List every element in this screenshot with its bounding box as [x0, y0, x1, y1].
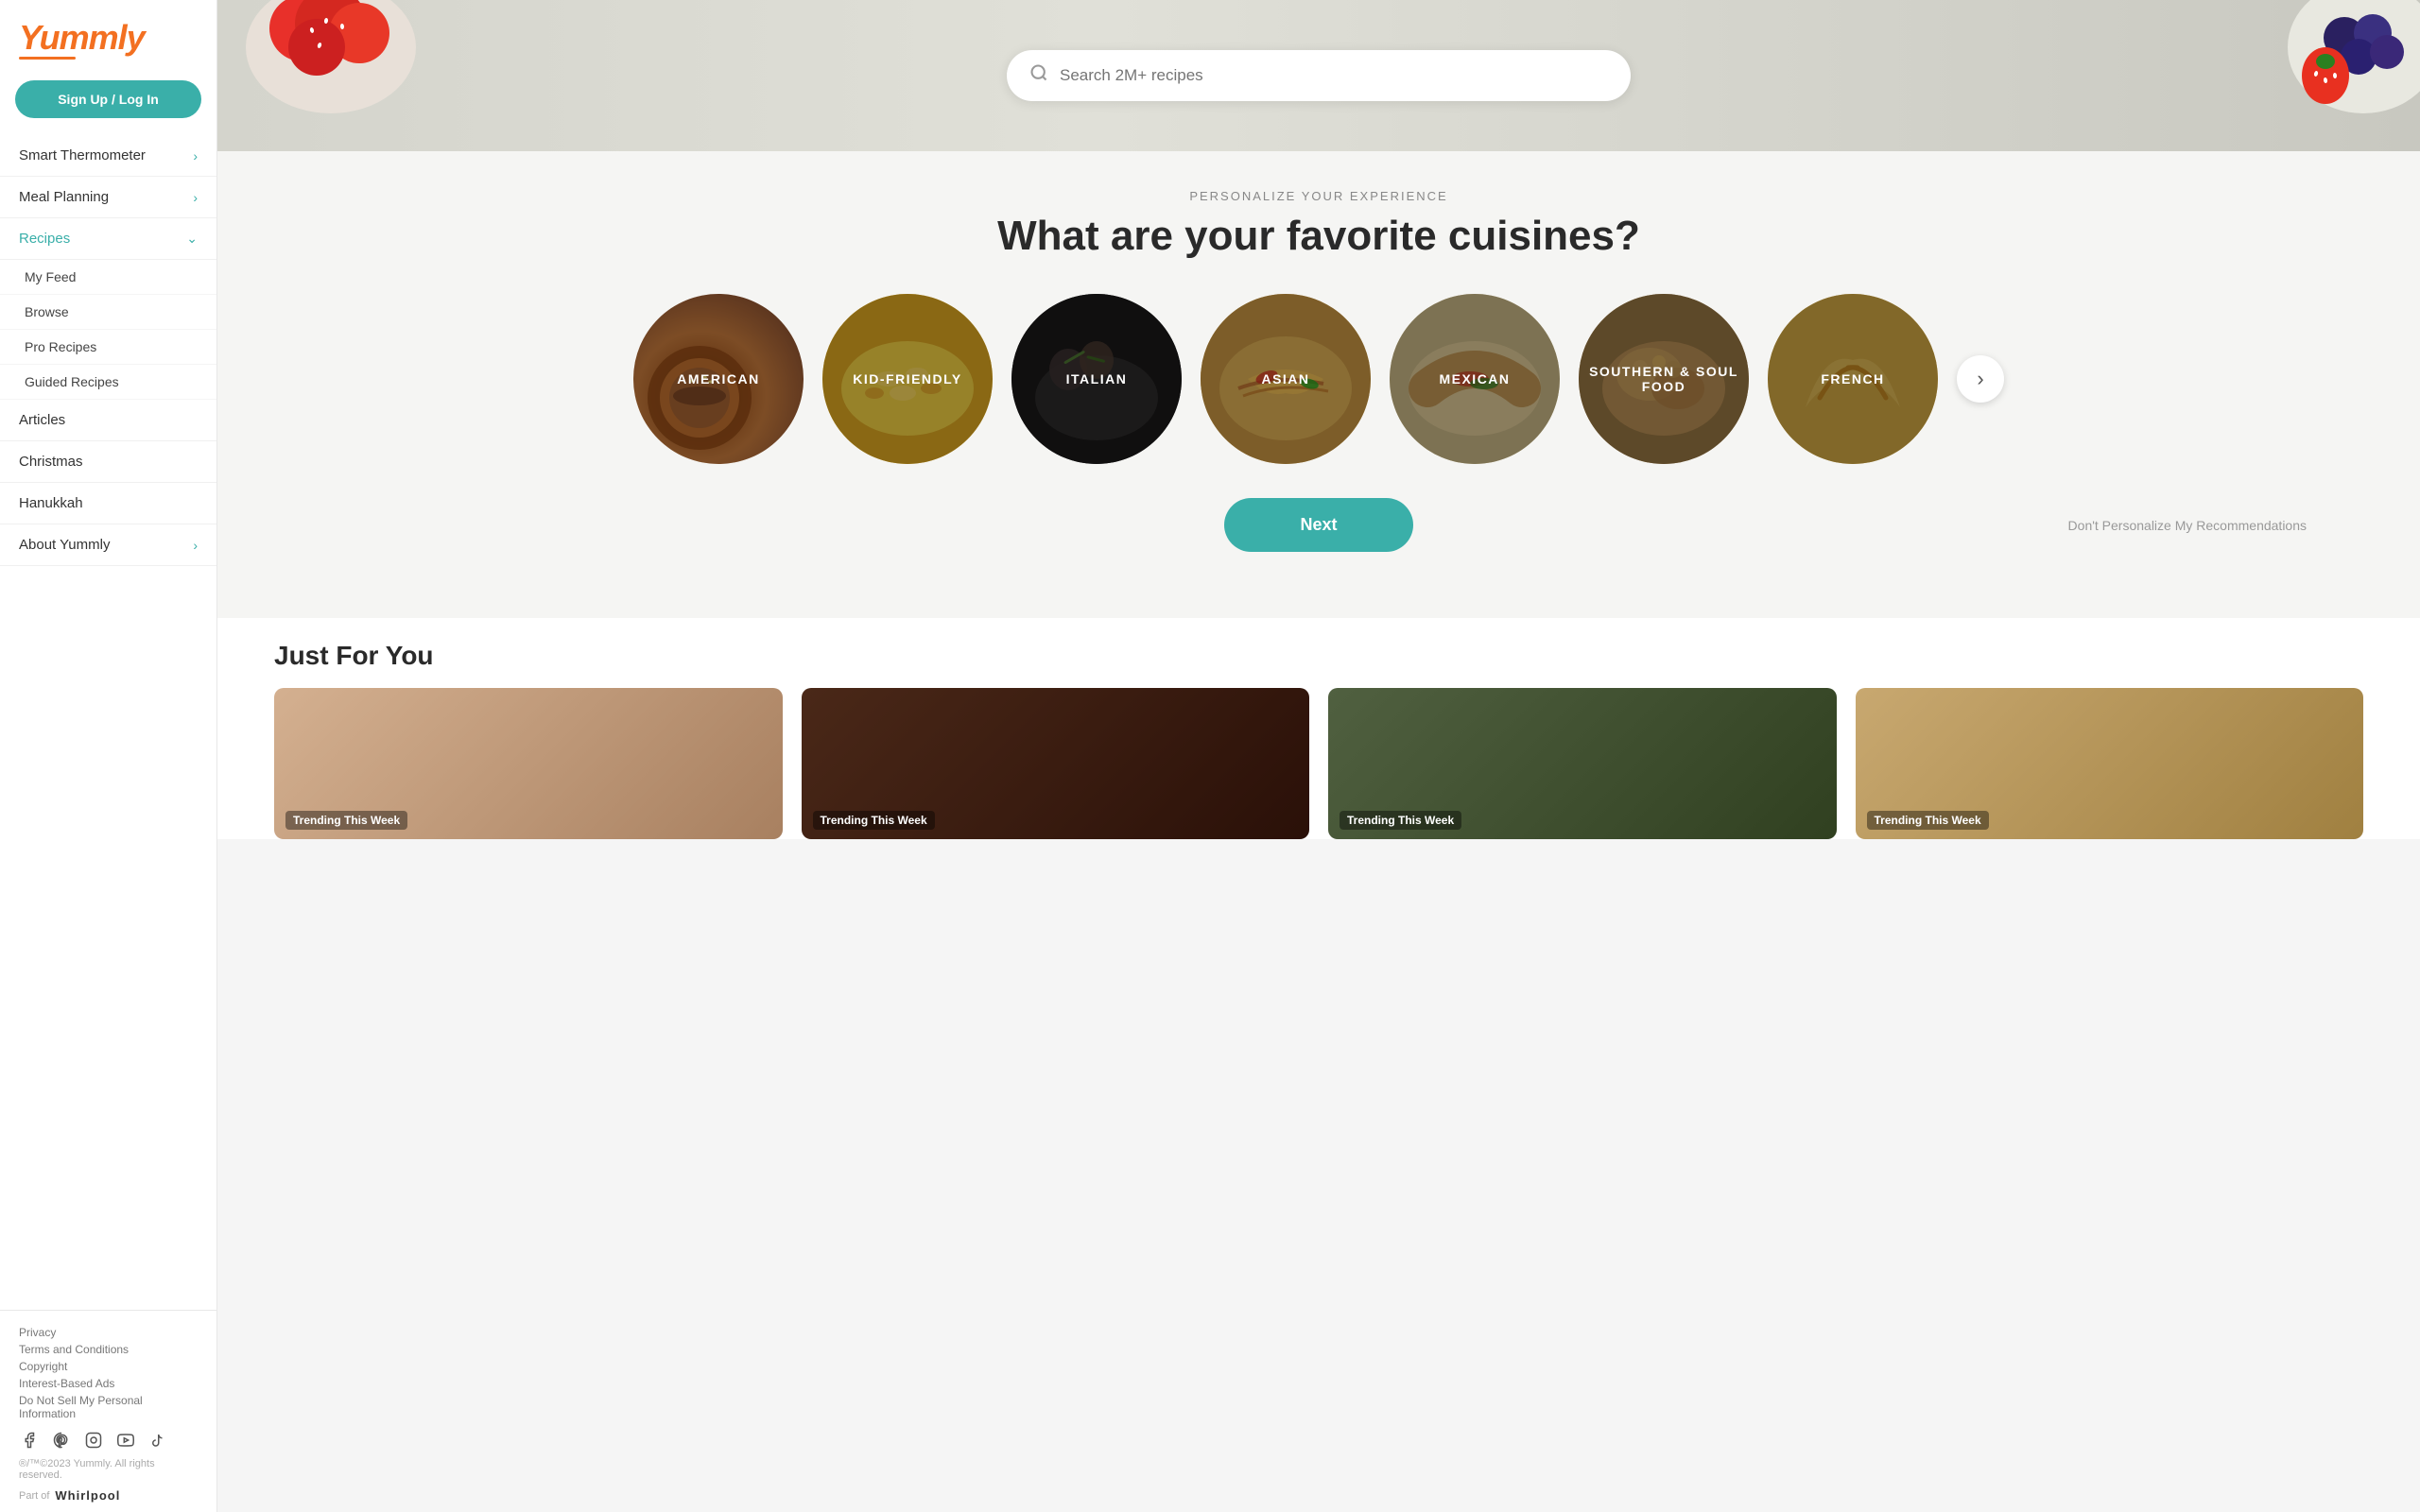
search-input[interactable]	[1060, 66, 1608, 85]
recipe-card-1[interactable]: Trending This Week	[274, 688, 783, 839]
recipe-card-4[interactable]: Trending This Week	[1856, 688, 2364, 839]
sidebar-item-label: Articles	[19, 412, 65, 428]
cuisine-name: MEXICAN	[1429, 371, 1519, 387]
dont-personalize-link[interactable]: Don't Personalize My Recommendations	[2068, 518, 2307, 533]
sidebar-navigation: Smart Thermometer › Meal Planning › Reci…	[0, 135, 216, 1310]
cuisine-mexican[interactable]: MEXICAN	[1390, 294, 1560, 464]
whirlpool-attribution: Part of Whirlpool	[19, 1488, 198, 1503]
whirlpool-brand: Whirlpool	[55, 1488, 120, 1503]
youtube-icon[interactable]	[115, 1430, 136, 1451]
hero-food-decoration-right	[2212, 0, 2420, 151]
cuisine-french[interactable]: FRENCH	[1768, 294, 1938, 464]
sidebar-item-label: Recipes	[19, 231, 70, 247]
terms-link[interactable]: Terms and Conditions	[19, 1343, 198, 1356]
cuisine-overlay: MEXICAN	[1390, 294, 1560, 464]
pinterest-icon[interactable]	[51, 1430, 72, 1451]
sidebar-item-christmas[interactable]: Christmas	[0, 441, 216, 483]
sidebar-item-recipes[interactable]: Recipes ⌄	[0, 218, 216, 260]
personalize-title: What are your favorite cuisines?	[274, 213, 2363, 260]
part-of-label: Part of	[19, 1490, 49, 1502]
recipe-card-3[interactable]: Trending This Week	[1328, 688, 1837, 839]
cuisine-name: FRENCH	[1811, 371, 1893, 387]
tiktok-icon[interactable]	[147, 1430, 168, 1451]
cuisine-name: ITALIAN	[1057, 371, 1137, 387]
cuisine-overlay: KID-FRIENDLY	[822, 294, 993, 464]
personalize-section: PERSONALIZE YOUR EXPERIENCE What are you…	[217, 151, 2420, 618]
search-container	[1007, 50, 1631, 101]
cuisine-asian[interactable]: ASIAN	[1201, 294, 1371, 464]
cuisine-name: AMERICAN	[667, 371, 769, 387]
sidebar-item-label: Smart Thermometer	[19, 147, 146, 163]
interest-ads-link[interactable]: Interest-Based Ads	[19, 1377, 198, 1390]
cuisine-italian[interactable]: ITALIAN	[1011, 294, 1182, 464]
sidebar: Yummly Sign Up / Log In Smart Thermomete…	[0, 0, 217, 1512]
privacy-link[interactable]: Privacy	[19, 1326, 198, 1339]
cuisine-kid-friendly[interactable]: KID-FRIENDLY	[822, 294, 993, 464]
sidebar-item-label: Christmas	[19, 454, 83, 470]
facebook-icon[interactable]	[19, 1430, 40, 1451]
cuisine-overlay: ASIAN	[1201, 294, 1371, 464]
recipe-card-2[interactable]: Trending This Week	[802, 688, 1310, 839]
logo-area: Yummly	[0, 0, 216, 73]
trending-badge: Trending This Week	[285, 811, 407, 830]
app-logo[interactable]: Yummly	[19, 21, 198, 55]
copyright-link[interactable]: Copyright	[19, 1360, 198, 1373]
chevron-right-icon: ›	[193, 190, 198, 205]
chevron-right-icon: ›	[193, 538, 198, 553]
sidebar-item-browse[interactable]: Browse	[0, 295, 216, 330]
cuisine-name: KID-FRIENDLY	[843, 371, 972, 387]
cuisine-overlay: SOUTHERN & SOUL FOOD	[1579, 294, 1749, 464]
action-row: Next Don't Personalize My Recommendation…	[274, 498, 2363, 552]
sidebar-item-about-yummly[interactable]: About Yummly ›	[0, 524, 216, 566]
cuisine-american[interactable]: AMERICAN	[633, 294, 804, 464]
just-for-you-title: Just For You	[274, 641, 2363, 671]
sidebar-item-label: Hanukkah	[19, 495, 83, 511]
instagram-icon[interactable]	[83, 1430, 104, 1451]
sidebar-item-guided-recipes[interactable]: Guided Recipes	[0, 365, 216, 400]
carousel-next-button[interactable]: ›	[1957, 355, 2004, 403]
trending-badge: Trending This Week	[1867, 811, 1989, 830]
signup-button[interactable]: Sign Up / Log In	[15, 80, 201, 118]
sidebar-item-label: About Yummly	[19, 537, 110, 553]
sidebar-item-hanukkah[interactable]: Hanukkah	[0, 483, 216, 524]
social-icons-row	[19, 1430, 198, 1451]
main-content: PERSONALIZE YOUR EXPERIENCE What are you…	[217, 0, 2420, 1512]
cuisine-overlay: FRENCH	[1768, 294, 1938, 464]
personalize-label: PERSONALIZE YOUR EXPERIENCE	[274, 189, 2363, 203]
cuisine-selection-row: AMERICAN KID-	[274, 294, 2363, 464]
hero-header	[217, 0, 2420, 151]
cuisine-southern-soul-food[interactable]: SOUTHERN & SOUL FOOD	[1579, 294, 1749, 464]
sidebar-item-my-feed[interactable]: My Feed	[0, 260, 216, 295]
sidebar-item-pro-recipes[interactable]: Pro Recipes	[0, 330, 216, 365]
trending-badge: Trending This Week	[813, 811, 935, 830]
cuisine-name: ASIAN	[1252, 371, 1319, 387]
sidebar-item-smart-thermometer[interactable]: Smart Thermometer ›	[0, 135, 216, 177]
do-not-sell-link[interactable]: Do Not Sell My Personal Information	[19, 1394, 198, 1420]
cuisine-overlay: AMERICAN	[633, 294, 804, 464]
chevron-right-icon: ›	[193, 148, 198, 163]
recipe-cards-row: Trending This Week Trending This Week Tr…	[274, 688, 2363, 839]
logo-underline	[19, 57, 76, 60]
search-bar	[1007, 50, 1631, 101]
sidebar-item-articles[interactable]: Articles	[0, 400, 216, 441]
cuisine-overlay: ITALIAN	[1011, 294, 1182, 464]
trending-badge: Trending This Week	[1340, 811, 1461, 830]
hero-food-decoration-left	[236, 0, 425, 151]
sidebar-item-label: Meal Planning	[19, 189, 109, 205]
sidebar-item-meal-planning[interactable]: Meal Planning ›	[0, 177, 216, 218]
next-button[interactable]: Next	[1224, 498, 1412, 552]
just-for-you-section: Just For You Trending This Week Trending…	[217, 618, 2420, 839]
cuisine-name: SOUTHERN & SOUL FOOD	[1579, 364, 1749, 394]
sidebar-footer: Privacy Terms and Conditions Copyright I…	[0, 1310, 216, 1512]
search-icon	[1029, 63, 1048, 88]
chevron-down-icon: ⌄	[186, 231, 198, 247]
copyright-notice: ®/™©2023 Yummly. All rights reserved.	[19, 1458, 198, 1481]
